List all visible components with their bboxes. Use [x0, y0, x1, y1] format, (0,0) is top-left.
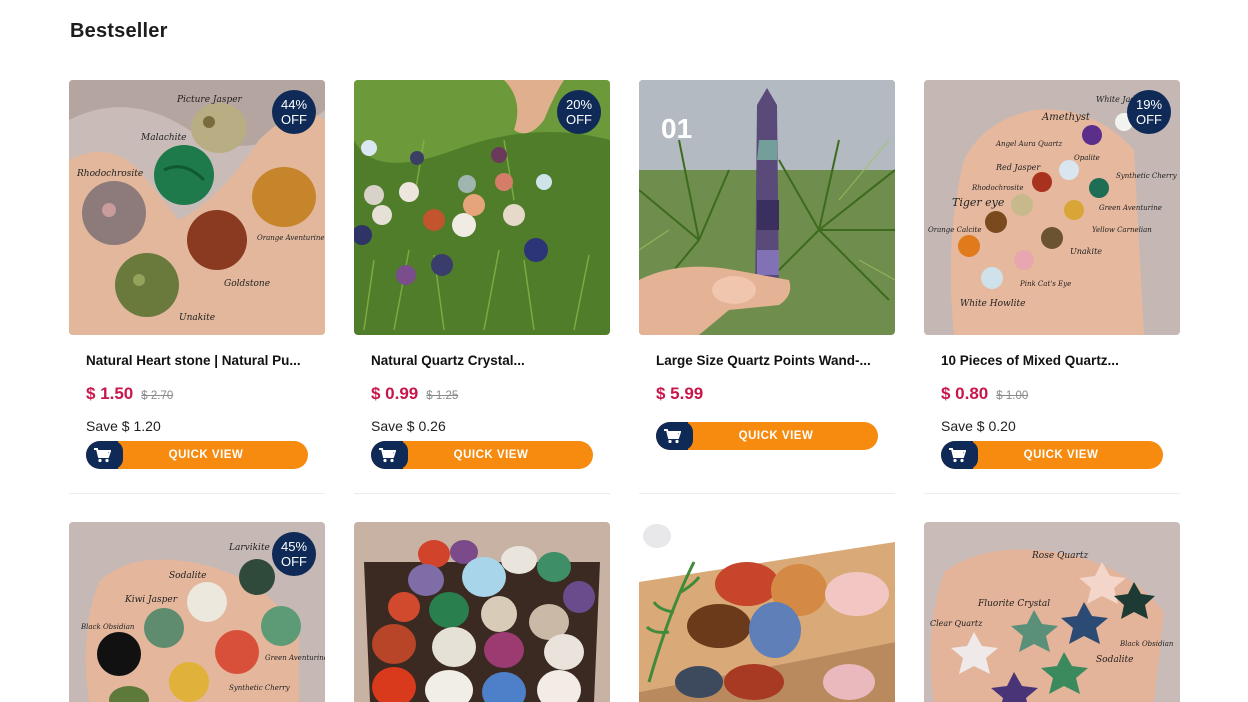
- product-image[interactable]: 01: [639, 80, 895, 335]
- discount-badge: 44% OFF: [272, 90, 316, 134]
- product-image[interactable]: Amethyst White Jade Angel Aura Quartz Re…: [924, 80, 1180, 335]
- product-card[interactable]: Picture Jasper Malachite Rhodochrosite O…: [69, 80, 325, 494]
- savings-text: Save $ 0.26: [371, 418, 446, 434]
- product-image[interactable]: Rose Quartz Fluorite Crystal Clear Quart…: [924, 522, 1180, 702]
- quick-view-button[interactable]: QUICK VIEW: [86, 441, 308, 469]
- product-card[interactable]: 20% OFF Natural Quartz Crystal... $ 0.99…: [354, 80, 610, 494]
- svg-text:Unakite: Unakite: [1070, 247, 1102, 256]
- svg-text:Green Aventurine: Green Aventurine: [265, 654, 325, 662]
- product-image[interactable]: Picture Jasper Malachite Rhodochrosite O…: [69, 80, 325, 335]
- shopping-cart-icon: [86, 441, 123, 469]
- svg-text:Green Aventurine: Green Aventurine: [1099, 204, 1162, 212]
- svg-text:Orange Calcite: Orange Calcite: [928, 226, 982, 234]
- svg-text:Black Obsidian: Black Obsidian: [80, 623, 135, 631]
- svg-text:Synthetic Cherry: Synthetic Cherry: [229, 684, 291, 692]
- product-title[interactable]: 10 Pieces of Mixed Quartz...: [941, 353, 1163, 368]
- svg-text:Clear Quartz: Clear Quartz: [930, 619, 983, 628]
- svg-text:Amethyst: Amethyst: [1041, 112, 1091, 123]
- svg-text:Larvikite: Larvikite: [228, 543, 270, 553]
- discount-badge: 19% OFF: [1127, 90, 1171, 134]
- svg-text:Rhodochrosite: Rhodochrosite: [971, 184, 1023, 192]
- svg-text:Black Obsidian: Black Obsidian: [1119, 640, 1174, 648]
- product-card[interactable]: 01 Large Size Quartz Points Wand-... $ 5…: [639, 80, 895, 494]
- product-grid: Picture Jasper Malachite Rhodochrosite O…: [69, 80, 1180, 702]
- product-image[interactable]: [639, 522, 895, 702]
- product-price: $ 0.80: [941, 384, 989, 403]
- quick-view-button[interactable]: QUICK VIEW: [656, 422, 878, 450]
- product-price: $ 1.50: [86, 384, 134, 403]
- svg-text:Rose Quartz: Rose Quartz: [1031, 551, 1088, 561]
- svg-text:Picture Jasper: Picture Jasper: [176, 95, 243, 105]
- product-image[interactable]: Larvikite Sodalite Kiwi Jasper Black Obs…: [69, 522, 325, 702]
- svg-text:White Howlite: White Howlite: [960, 299, 1025, 309]
- svg-text:Tiger eye: Tiger eye: [952, 196, 1005, 209]
- svg-text:Sodalite: Sodalite: [169, 571, 206, 581]
- bestseller-page: Bestseller Picture Jasper Malachite Rhod…: [0, 0, 1248, 702]
- svg-text:Yellow Carnelian: Yellow Carnelian: [1092, 226, 1152, 234]
- shopping-cart-icon: [656, 422, 693, 450]
- quick-view-button[interactable]: QUICK VIEW: [371, 441, 593, 469]
- svg-text:Synthetic Cherry: Synthetic Cherry: [1116, 172, 1178, 180]
- product-price: $ 0.99: [371, 384, 419, 403]
- image-caption: 01: [661, 113, 692, 144]
- svg-text:Sodalite: Sodalite: [1096, 655, 1133, 665]
- original-price: $ 1.25: [426, 390, 459, 402]
- product-title[interactable]: Large Size Quartz Points Wand-...: [656, 353, 878, 368]
- svg-text:Fluorite Crystal: Fluorite Crystal: [977, 599, 1050, 609]
- product-card[interactable]: Larvikite Sodalite Kiwi Jasper Black Obs…: [69, 522, 325, 702]
- product-title[interactable]: Natural Quartz Crystal...: [371, 353, 593, 368]
- svg-text:Unakite: Unakite: [179, 313, 215, 323]
- product-image[interactable]: 20% OFF: [354, 80, 610, 335]
- svg-text:Orange Aventurine: Orange Aventurine: [257, 234, 325, 242]
- svg-text:Opalite: Opalite: [1074, 154, 1100, 162]
- product-card[interactable]: Rose Quartz Fluorite Crystal Clear Quart…: [924, 522, 1180, 702]
- svg-text:Angel Aura Quartz: Angel Aura Quartz: [995, 140, 1063, 148]
- svg-text:Rhodochrosite: Rhodochrosite: [76, 169, 143, 179]
- shopping-cart-icon: [941, 441, 978, 469]
- savings-text: Save $ 0.20: [941, 418, 1016, 434]
- product-image[interactable]: [354, 522, 610, 702]
- product-title[interactable]: Natural Heart stone | Natural Pu...: [86, 353, 308, 368]
- quick-view-button[interactable]: QUICK VIEW: [941, 441, 1163, 469]
- svg-text:Kiwi Jasper: Kiwi Jasper: [124, 595, 178, 605]
- discount-badge: 45% OFF: [272, 532, 316, 576]
- shopping-cart-icon: [371, 441, 408, 469]
- product-card[interactable]: Amethyst White Jade Angel Aura Quartz Re…: [924, 80, 1180, 494]
- product-price: $ 5.99: [656, 384, 704, 403]
- savings-text: Save $ 1.20: [86, 418, 161, 434]
- product-card[interactable]: [354, 522, 610, 702]
- section-title: Bestseller: [70, 20, 168, 42]
- original-price: $ 1.00: [996, 390, 1029, 402]
- svg-text:Pink Cat's Eye: Pink Cat's Eye: [1019, 280, 1071, 288]
- original-price: $ 2.70: [141, 390, 174, 402]
- product-card[interactable]: [639, 522, 895, 702]
- svg-text:Red Jasper: Red Jasper: [995, 163, 1041, 172]
- svg-text:Goldstone: Goldstone: [224, 279, 270, 289]
- discount-badge: 20% OFF: [557, 90, 601, 134]
- svg-text:Malachite: Malachite: [140, 133, 186, 143]
